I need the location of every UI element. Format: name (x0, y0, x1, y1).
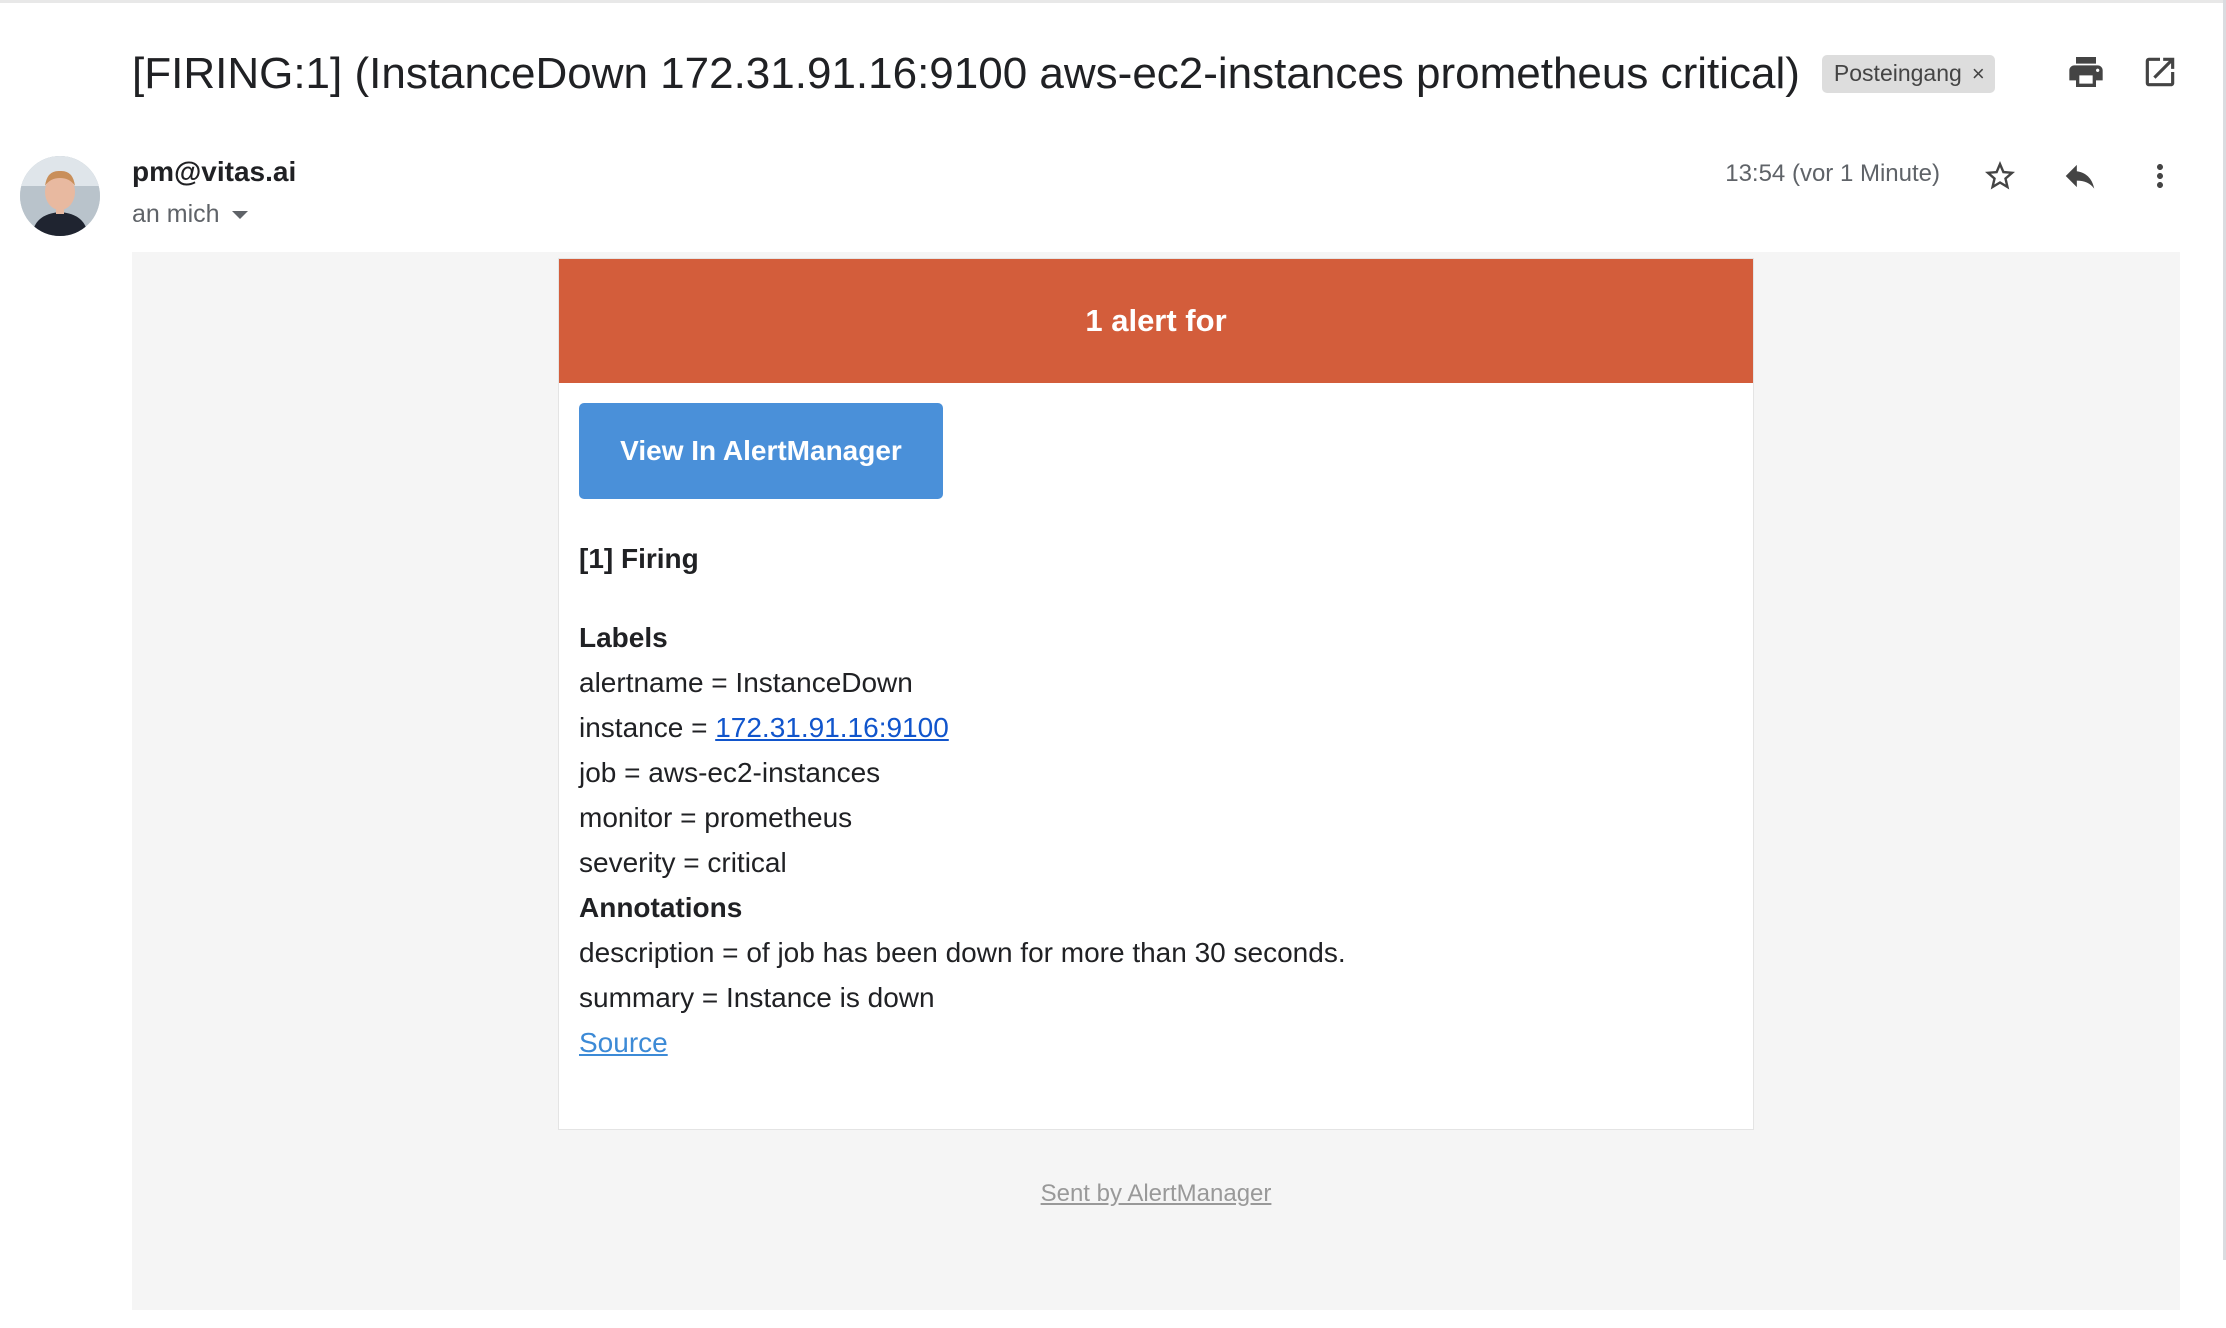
label-instance-key: instance = (579, 712, 716, 743)
label-chip-text: Posteingang (1833, 60, 1962, 86)
label-severity: severity = critical (579, 847, 787, 878)
print-icon (2069, 57, 2103, 87)
reply-icon (2065, 164, 2095, 189)
alert-card: 1 alert for View In AlertManager [1] Fir… (558, 258, 1754, 1130)
label-instance: instance = 172.31.91.16:9100 (579, 705, 1733, 750)
subject-row: [FIRING:1] (InstanceDown 172.31.91.16:91… (132, 42, 1995, 106)
more-options-button[interactable] (2136, 152, 2184, 200)
open-in-new-window-button[interactable] (2136, 48, 2184, 96)
chevron-down-icon (231, 210, 248, 219)
view-in-alertmanager-button[interactable]: View In AlertManager (579, 403, 943, 499)
email-subject: [FIRING:1] (InstanceDown 172.31.91.16:91… (132, 49, 1800, 98)
instance-link[interactable]: 172.31.91.16:9100 (715, 712, 949, 743)
sender-avatar[interactable] (20, 156, 100, 236)
recipient-details-toggle[interactable]: an mich (132, 200, 248, 229)
star-icon (1985, 161, 2015, 190)
sent-by-alertmanager-link[interactable]: Sent by AlertManager (132, 1180, 2180, 1208)
more-vert-icon (2157, 164, 2163, 188)
label-alertname: alertname = InstanceDown (579, 667, 913, 698)
star-button[interactable] (1976, 152, 2024, 200)
top-divider (0, 0, 2226, 3)
label-remove-button[interactable]: × (1972, 61, 1985, 87)
label-monitor: monitor = prometheus (579, 802, 853, 833)
annotations-title: Annotations (579, 892, 743, 923)
sender-email[interactable]: pm@vitas.ai (132, 156, 296, 188)
avatar-image (20, 156, 100, 236)
firing-title: [1] Firing (579, 543, 699, 574)
alert-header: 1 alert for (559, 259, 1753, 383)
labels-title: Labels (579, 622, 668, 653)
reply-button[interactable] (2056, 152, 2104, 200)
annotation-description: description = of job has been down for m… (579, 937, 1346, 968)
annotation-summary: summary = Instance is down (579, 982, 935, 1013)
open-in-new-window-icon (2145, 57, 2175, 87)
email-timestamp: 13:54 (vor 1 Minute) (1725, 160, 1940, 187)
print-button[interactable] (2062, 48, 2110, 96)
recipient-text: an mich (132, 200, 220, 228)
alert-content: View In AlertManager [1] Firing Labels a… (559, 383, 1753, 1065)
label-job: job = aws-ec2-instances (579, 757, 881, 788)
label-chip-inbox[interactable]: Posteingang × (1821, 55, 1995, 93)
source-link[interactable]: Source (579, 1020, 668, 1065)
email-body: 1 alert for View In AlertManager [1] Fir… (132, 252, 2180, 1310)
